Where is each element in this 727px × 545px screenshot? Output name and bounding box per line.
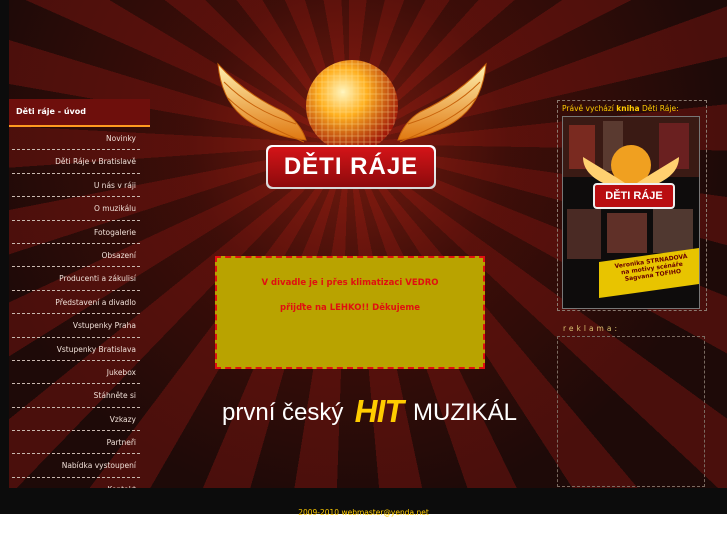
nav-item-vstupenky-praha[interactable]: Vstupenky Praha bbox=[12, 314, 140, 338]
nav-item-vstupenky-bratislava[interactable]: Vstupenky Bratislava bbox=[12, 338, 140, 361]
book-promo-box: Právě vychází kniha Děti Ráje: DĚTI RÁJE… bbox=[557, 100, 707, 311]
book-cover-image[interactable]: DĚTI RÁJE Veronika STRNADOVÁ na motivy sc… bbox=[562, 116, 700, 309]
nav-item-o-muzikalu[interactable]: O muzikálu bbox=[12, 197, 140, 221]
book-caption-bold: kniha bbox=[616, 104, 640, 113]
slogan-hit: HIT bbox=[351, 393, 407, 429]
book-caption-post: Děti Ráje: bbox=[639, 104, 679, 113]
nav-item-fotogalerie[interactable]: Fotogalerie bbox=[12, 221, 140, 244]
nav-item-nabidka[interactable]: Nabídka vystoupení bbox=[12, 454, 140, 478]
nav-item-uvod[interactable]: Děti ráje - úvod bbox=[9, 99, 150, 127]
nav-item-predstaveni[interactable]: Představení a divadlo bbox=[12, 291, 140, 315]
slogan-prefix: první český bbox=[222, 399, 344, 426]
nav-item-vzkazy[interactable]: Vzkazy bbox=[12, 408, 140, 432]
nav-item-partneri[interactable]: Partneři bbox=[12, 431, 140, 455]
left-border bbox=[0, 0, 9, 514]
logo-title: DĚTI RÁJE bbox=[268, 147, 434, 187]
nav-item-stahnete-si[interactable]: Stáhněte si bbox=[12, 384, 140, 408]
nav-item-obsazeni[interactable]: Obsazení bbox=[12, 244, 140, 268]
book-caption-pre: Právě vychází bbox=[562, 104, 617, 113]
notice-box: V divadle je i přes klimatizaci VEDRO př… bbox=[215, 256, 485, 369]
slogan: první český HIT MUZIKÁL bbox=[222, 393, 522, 433]
notice-line-2: přijďte na LEHKO!! Děkujeme bbox=[279, 303, 421, 313]
nav-item-jukebox[interactable]: Jukebox bbox=[12, 361, 140, 385]
page-background: Děti ráje - úvod Novinky Děti Ráje v Bra… bbox=[0, 0, 727, 514]
book-cover-title: DĚTI RÁJE bbox=[593, 183, 675, 209]
footer-text[interactable]: 2009-2010 webmaster@yenda.net bbox=[0, 508, 727, 517]
logo-title-plate: DĚTI RÁJE bbox=[266, 145, 436, 189]
nav-item-producenti[interactable]: Producenti a zákulisí bbox=[12, 267, 140, 291]
ads-box bbox=[557, 336, 705, 487]
notice-line-1: V divadle je i přes klimatizaci VEDRO bbox=[261, 278, 439, 288]
slogan-suffix: MUZIKÁL bbox=[413, 399, 518, 426]
main-navigation: Děti ráje - úvod Novinky Děti Ráje v Bra… bbox=[9, 99, 150, 502]
ads-label: reklama: bbox=[563, 324, 620, 333]
nav-item-bratislava[interactable]: Děti Ráje v Bratislavě bbox=[12, 150, 140, 174]
nav-item-novinky[interactable]: Novinky bbox=[12, 127, 140, 151]
nav-item-u-nas-v-raji[interactable]: U nás v ráji bbox=[12, 174, 140, 198]
book-caption: Právě vychází kniha Děti Ráje: bbox=[562, 104, 679, 113]
